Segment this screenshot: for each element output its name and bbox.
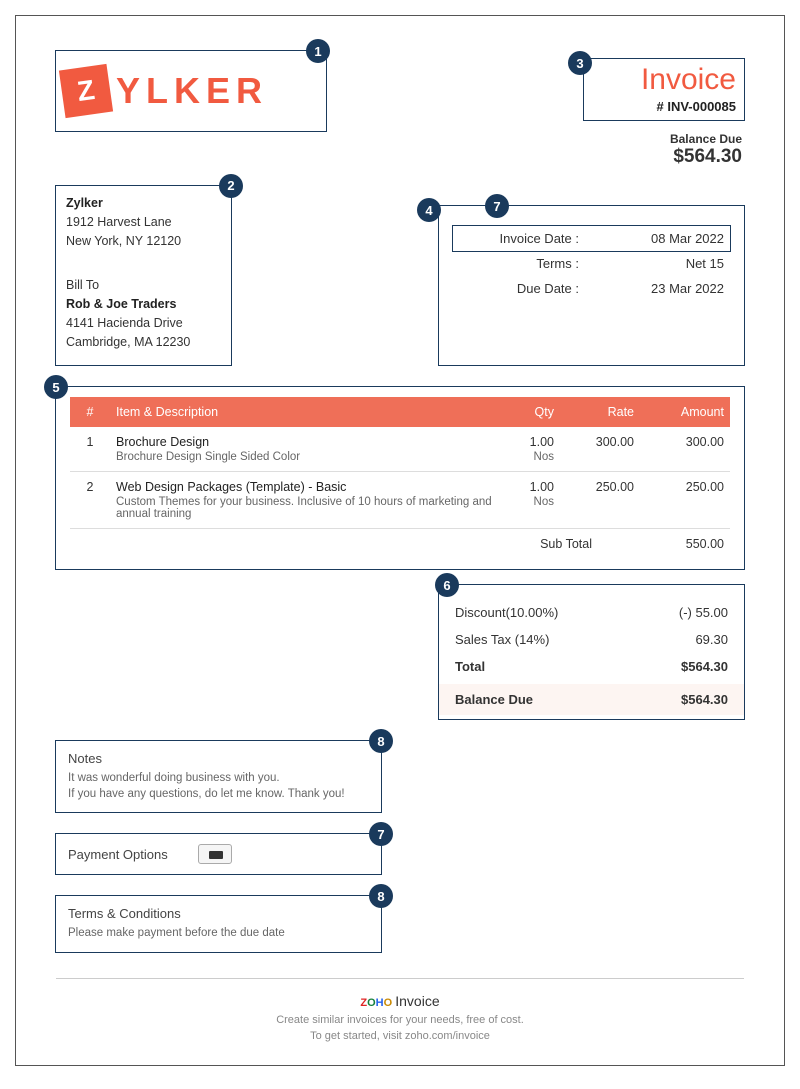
balance-due-amount: $564.30	[584, 146, 742, 168]
from-line2: New York, NY 12120	[66, 232, 221, 251]
tax-label: Sales Tax (14%)	[455, 632, 549, 647]
discount-value: (-) 55.00	[679, 605, 728, 620]
item-amount: 250.00	[640, 472, 730, 529]
total-value: $564.30	[681, 659, 728, 674]
balance-label: Balance Due	[455, 692, 533, 707]
from-line1: 1912 Harvest Lane	[66, 213, 221, 232]
annotation-badge-6: 6	[435, 573, 459, 597]
item-name: Web Design Packages (Template) - Basic	[116, 480, 494, 494]
col-qty: Qty	[500, 397, 560, 427]
items-table-box: 5 # Item & Description Qty Rate Amount 1…	[56, 387, 744, 569]
totals-box: 6 Discount(10.00%)(-) 55.00 Sales Tax (1…	[439, 585, 744, 719]
item-rate: 250.00	[560, 472, 640, 529]
terms-title: Terms & Conditions	[68, 906, 369, 921]
notes-line1: It was wonderful doing business with you…	[68, 770, 369, 786]
balance-value: $564.30	[681, 692, 728, 707]
item-qty: 1.00	[506, 480, 554, 494]
invoice-date-label: Invoice Date :	[459, 231, 579, 246]
annotation-badge-5: 5	[44, 375, 68, 399]
due-date-value: 23 Mar 2022	[604, 281, 724, 296]
row-num: 2	[70, 472, 110, 529]
footer-divider	[56, 978, 744, 979]
annotation-badge-2: 2	[219, 174, 243, 198]
table-row: 2 Web Design Packages (Template) - Basic…	[70, 472, 730, 529]
item-desc: Brochure Design Single Sided Color	[116, 451, 494, 463]
footer-brand-word: Invoice	[395, 993, 439, 1009]
terms-body: Please make payment before the due date	[68, 925, 369, 941]
notes-title: Notes	[68, 751, 369, 766]
item-rate: 300.00	[560, 427, 640, 472]
terms-row: Terms : Net 15	[453, 251, 730, 276]
item-unit: Nos	[506, 451, 554, 463]
notes-line2: If you have any questions, do let me kno…	[68, 786, 369, 802]
item-name: Brochure Design	[116, 435, 494, 449]
item-desc: Custom Themes for your business. Inclusi…	[116, 496, 494, 520]
due-date-label: Due Date :	[459, 281, 579, 296]
subtotal-row: Sub Total 550.00	[70, 529, 730, 560]
item-qty: 1.00	[506, 435, 554, 449]
annotation-badge-8b: 8	[369, 884, 393, 908]
footer-line1: Create similar invoices for your needs, …	[56, 1012, 744, 1029]
terms-label: Terms :	[459, 256, 579, 271]
total-label: Total	[455, 659, 485, 674]
table-row: 1 Brochure Design Brochure Design Single…	[70, 427, 730, 472]
address-box: 2 Zylker 1912 Harvest Lane New York, NY …	[56, 186, 231, 365]
invoice-number: # INV-000085	[592, 99, 736, 114]
logo-box: 1 Z YLKER	[56, 51, 326, 131]
annotation-badge-1: 1	[306, 39, 330, 63]
bill-to-label: Bill To	[66, 276, 221, 295]
col-rate: Rate	[560, 397, 640, 427]
annotation-badge-7a: 7	[485, 194, 509, 218]
subtotal-label: Sub Total	[70, 529, 640, 560]
invoice-title: Invoice	[592, 63, 736, 97]
subtotal-value: 550.00	[640, 529, 730, 560]
payment-title: Payment Options	[68, 847, 168, 862]
bill-to-line1: 4141 Hacienda Drive	[66, 314, 221, 333]
annotation-badge-4: 4	[417, 198, 441, 222]
logo-text: YLKER	[116, 70, 268, 112]
col-number: #	[70, 397, 110, 427]
item-unit: Nos	[506, 496, 554, 508]
invoice-header-box: 3 Invoice # INV-000085	[584, 59, 744, 120]
annotation-badge-8a: 8	[369, 729, 393, 753]
discount-label: Discount(10.00%)	[455, 605, 558, 620]
terms-value: Net 15	[604, 256, 724, 271]
item-amount: 300.00	[640, 427, 730, 472]
tax-value: 69.30	[695, 632, 728, 647]
footer-line2: To get started, visit zoho.com/invoice	[56, 1028, 744, 1045]
balance-due-label: Balance Due	[584, 132, 742, 146]
invoice-page: 1 Z YLKER 3 Invoice # INV-000085 Balance…	[15, 15, 785, 1066]
row-num: 1	[70, 427, 110, 472]
col-item: Item & Description	[110, 397, 500, 427]
payment-options-box: 7 Payment Options	[56, 834, 381, 874]
annotation-badge-7b: 7	[369, 822, 393, 846]
logo-mark: Z	[59, 64, 113, 118]
balance-due-block: Balance Due $564.30	[584, 132, 742, 168]
bill-to-line2: Cambridge, MA 12230	[66, 333, 221, 352]
invoice-date-row: 4 Invoice Date : 08 Mar 2022	[453, 226, 730, 251]
invoice-date-value: 08 Mar 2022	[604, 231, 724, 246]
from-company: Zylker	[66, 194, 221, 213]
notes-box: 8 Notes It was wonderful doing business …	[56, 741, 381, 812]
items-table: # Item & Description Qty Rate Amount 1 B…	[70, 397, 730, 559]
footer: ZOHO Invoice Create similar invoices for…	[56, 991, 744, 1045]
credit-card-icon	[198, 844, 232, 864]
bill-to-company: Rob & Joe Traders	[66, 295, 221, 314]
due-date-row: Due Date : 23 Mar 2022	[453, 276, 730, 301]
annotation-badge-3: 3	[568, 51, 592, 75]
terms-box: 8 Terms & Conditions Please make payment…	[56, 896, 381, 951]
zoho-logo: ZOHO	[360, 997, 392, 1009]
dates-box: 7 4 Invoice Date : 08 Mar 2022 Terms : N…	[439, 206, 744, 365]
col-amount: Amount	[640, 397, 730, 427]
